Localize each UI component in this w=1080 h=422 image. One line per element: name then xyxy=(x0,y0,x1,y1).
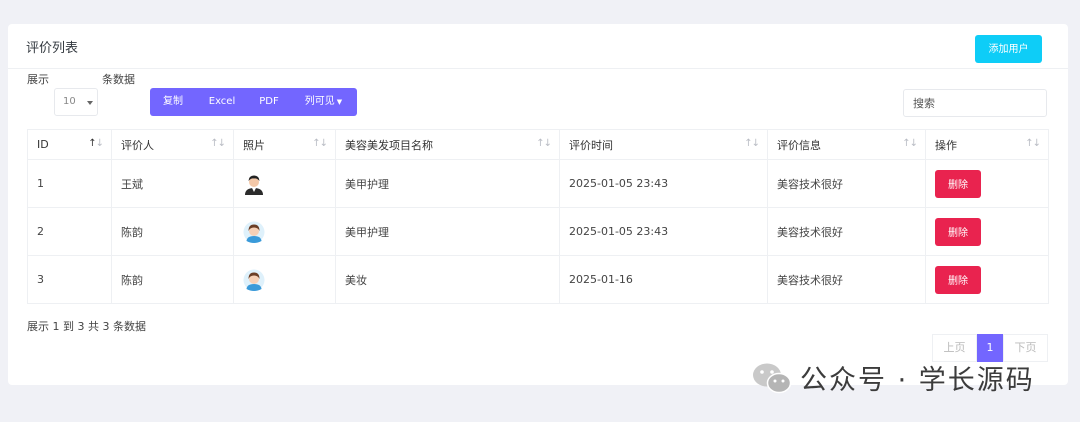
review-table: ID ↑↓ 评价人 ↑↓ 照片 ↑↓ 美容美发项目名称 ↑↓ 评价时间 ↑↓ 评价信息 ↑↓… xyxy=(27,129,1049,304)
add-user-button[interactable]: 添加用户 xyxy=(975,35,1042,63)
cell-project: 美妆 xyxy=(335,255,560,304)
delete-button[interactable]: 删除 xyxy=(935,265,981,294)
excel-button[interactable]: Excel xyxy=(196,88,248,116)
sort-icon: ↑↓ xyxy=(744,138,760,149)
table-row: 3 陈韵 美妆 2025-01-16 美容技术很好 删除 xyxy=(27,255,1049,304)
table-row: 2 陈韵 美甲护理 2025-01-05 23:43 美容技术很好 删除 xyxy=(27,207,1049,256)
cell-photo xyxy=(233,255,336,304)
column-visibility-label: 列可见 xyxy=(304,96,335,107)
column-header-action[interactable]: 操作 ↑↓ xyxy=(925,129,1049,160)
cell-photo xyxy=(233,207,336,256)
female-avatar-icon xyxy=(243,221,265,243)
sort-icon: ↑↓ xyxy=(902,138,918,149)
male-avatar-icon xyxy=(245,175,263,195)
show-label: 展示 xyxy=(27,73,49,86)
pagination-summary: 展示 1 到 3 共 3 条数据 xyxy=(27,320,146,333)
column-visibility-button[interactable]: 列可见 ▼ xyxy=(290,88,357,116)
page-size-value: 10 xyxy=(63,96,76,107)
sort-icon: ↑↓ xyxy=(536,138,552,149)
cell-time: 2025-01-05 23:43 xyxy=(559,159,768,208)
pdf-button[interactable]: PDF xyxy=(248,88,290,116)
cell-info: 美容技术很好 xyxy=(767,255,926,304)
card-header: 评价列表 添加用户 xyxy=(8,24,1068,69)
export-button-group: 复制 Excel PDF 列可见 ▼ xyxy=(150,88,357,116)
cell-project: 美甲护理 xyxy=(335,207,560,256)
cell-reviewer: 陈韵 xyxy=(111,255,234,304)
table-row: 1 王斌 美甲护理 2025-01-05 23:43 美容技术很好 删除 xyxy=(27,159,1049,208)
sort-icon: ↑↓ xyxy=(1025,138,1041,149)
caret-down-icon: ▼ xyxy=(336,98,343,106)
chevron-down-icon xyxy=(87,101,93,105)
sort-icon: ↑↓ xyxy=(210,138,226,149)
cell-id: 3 xyxy=(27,255,112,304)
cell-action: 删除 xyxy=(925,159,1049,208)
rows-label: 条数据 xyxy=(102,73,135,86)
female-avatar-icon xyxy=(243,269,265,291)
cell-info: 美容技术很好 xyxy=(767,207,926,256)
cell-reviewer: 陈韵 xyxy=(111,207,234,256)
search-input[interactable] xyxy=(903,89,1047,117)
column-header-id[interactable]: ID ↑↓ xyxy=(27,129,112,160)
column-header-project[interactable]: 美容美发项目名称 ↑↓ xyxy=(335,129,560,160)
sort-asc-icon: ↑↓ xyxy=(88,138,104,149)
sort-icon: ↑↓ xyxy=(312,138,328,149)
cell-id: 2 xyxy=(27,207,112,256)
cell-action: 删除 xyxy=(925,255,1049,304)
cell-id: 1 xyxy=(27,159,112,208)
copy-button[interactable]: 复制 xyxy=(150,88,196,116)
wechat-icon xyxy=(753,363,792,393)
column-header-photo[interactable]: 照片 ↑↓ xyxy=(233,129,336,160)
page-size-select[interactable]: 10 xyxy=(54,88,98,116)
delete-button[interactable]: 删除 xyxy=(935,169,981,198)
column-header-reviewer[interactable]: 评价人 ↑↓ xyxy=(111,129,234,160)
cell-time: 2025-01-16 xyxy=(559,255,768,304)
table-header-row: ID ↑↓ 评价人 ↑↓ 照片 ↑↓ 美容美发项目名称 ↑↓ 评价时间 ↑↓ 评价信息 ↑↓… xyxy=(27,129,1049,160)
watermark: 公众号 · 学长源码 xyxy=(752,358,1035,397)
delete-button[interactable]: 删除 xyxy=(935,217,981,246)
cell-project: 美甲护理 xyxy=(335,159,560,208)
column-header-info[interactable]: 评价信息 ↑↓ xyxy=(767,129,926,160)
cell-action: 删除 xyxy=(925,207,1049,256)
watermark-text: 公众号 · 学长源码 xyxy=(800,365,1035,396)
cell-info: 美容技术很好 xyxy=(767,159,926,208)
cell-time: 2025-01-05 23:43 xyxy=(559,207,768,256)
column-header-time[interactable]: 评价时间 ↑↓ xyxy=(559,129,768,160)
cell-reviewer: 王斌 xyxy=(111,159,234,208)
page-title: 评价列表 xyxy=(26,41,79,56)
cell-photo xyxy=(233,159,336,208)
